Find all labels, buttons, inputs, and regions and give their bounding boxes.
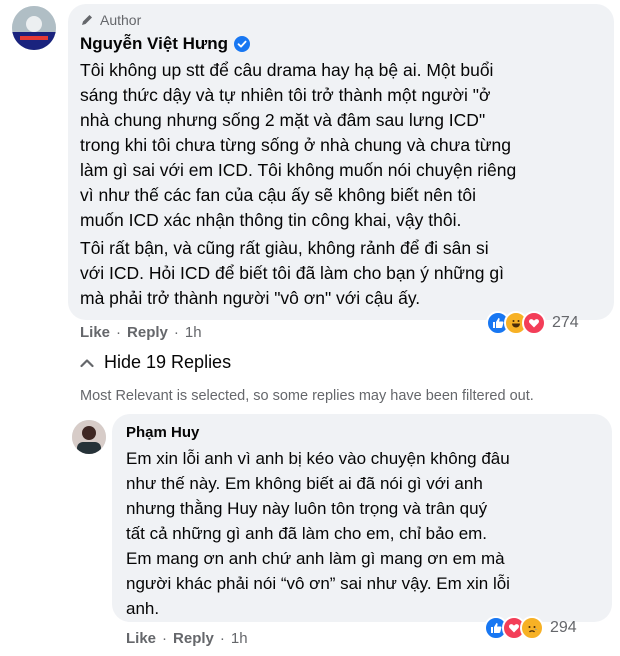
comment-actions: Like · Reply · 1h: [80, 324, 202, 341]
comment-line: làm gì sai với em ICD. Tôi không muốn nó…: [80, 160, 517, 180]
timestamp[interactable]: 1h: [185, 324, 202, 341]
comment-author-name[interactable]: Nguyễn Việt Hưng: [80, 34, 251, 54]
reply-author-name-text[interactable]: Phạm Huy: [126, 424, 199, 441]
filter-note: Most Relevant is selected, so some repli…: [80, 388, 534, 404]
author-badge-label: Author: [100, 12, 142, 28]
hide-replies-button[interactable]: Hide 19 Replies: [80, 352, 231, 373]
timestamp[interactable]: 1h: [231, 630, 248, 647]
comment-paragraph-2: Tôi rất bận, và cũng rất giàu, không rản…: [80, 236, 504, 311]
author-badge: Author: [80, 12, 141, 28]
comment-line: Tôi rất bận, và cũng rất giàu, không rản…: [80, 238, 489, 258]
chevron-up-icon: [80, 358, 94, 367]
reply-line: anh.: [126, 599, 160, 618]
separator: ·: [219, 630, 225, 647]
comment-line: muốn ICD xác nhận thông tin công khai, v…: [80, 210, 462, 230]
comment-reactions[interactable]: 274: [486, 310, 579, 336]
author-avatar[interactable]: [12, 6, 56, 50]
like-button[interactable]: Like: [80, 324, 110, 341]
avatar-image: [72, 420, 106, 454]
reply-line: nhưng thằng Huy này luôn tôn trọng và tr…: [126, 499, 488, 518]
hide-replies-label[interactable]: Hide 19 Replies: [104, 352, 231, 373]
comment-line: với ICD. Hỏi ICD để biết tôi đã làm cho …: [80, 263, 504, 283]
comment-line: mà phải trở thành người "vô ơn" với cậu …: [80, 288, 421, 308]
reply-line: Em xin lỗi anh vì anh bị kéo vào chuyện …: [126, 449, 510, 468]
love-reaction-icon: [522, 311, 546, 335]
reply-reactions[interactable]: 294: [484, 615, 577, 641]
reply-line: tất cả những gì anh đã làm cho em, chỉ b…: [126, 524, 488, 543]
reaction-count[interactable]: 274: [552, 314, 579, 332]
reply-text: Em xin lỗi anh vì anh bị kéo vào chuyện …: [126, 446, 510, 621]
separator: ·: [173, 324, 179, 341]
author-name-text[interactable]: Nguyễn Việt Hưng: [80, 34, 228, 54]
separator: ·: [116, 324, 122, 341]
separator: ·: [162, 630, 168, 647]
reply-line: Em mang ơn anh chứ anh làm gì mang ơn em…: [126, 549, 505, 568]
comment-line: nhà chung nhưng sống 2 mặt và đâm sau lư…: [80, 110, 486, 130]
comment-paragraph-1: Tôi không up stt để câu drama hay hạ bệ …: [80, 58, 516, 233]
reply-line: như thế này. Em không biết ai đã nói gì …: [126, 474, 483, 493]
comment-line: Tôi không up stt để câu drama hay hạ bệ …: [80, 60, 494, 80]
verified-badge-icon: [234, 36, 251, 52]
comment-line: trong khi tôi chưa từng sống ở nhà chung…: [80, 135, 511, 155]
comment-line: sáng thức dậy và tự nhiên tôi trở thành …: [80, 85, 491, 105]
like-button[interactable]: Like: [126, 630, 156, 647]
reply-author-avatar[interactable]: [72, 420, 106, 454]
reply-button[interactable]: Reply: [173, 630, 214, 647]
reply-author-name[interactable]: Phạm Huy: [126, 424, 199, 441]
sad-reaction-icon: [520, 616, 544, 640]
reply-actions: Like · Reply · 1h: [126, 630, 248, 647]
reaction-count[interactable]: 294: [550, 619, 577, 637]
reply-line: người khác phải nói “vô ơn” sai như vậy.…: [126, 574, 510, 593]
reply-button[interactable]: Reply: [127, 324, 168, 341]
pencil-icon: [82, 15, 92, 25]
avatar-image: [12, 6, 56, 50]
comment-line: vì như thế các fan của cậu ấy sẽ không b…: [80, 185, 476, 205]
